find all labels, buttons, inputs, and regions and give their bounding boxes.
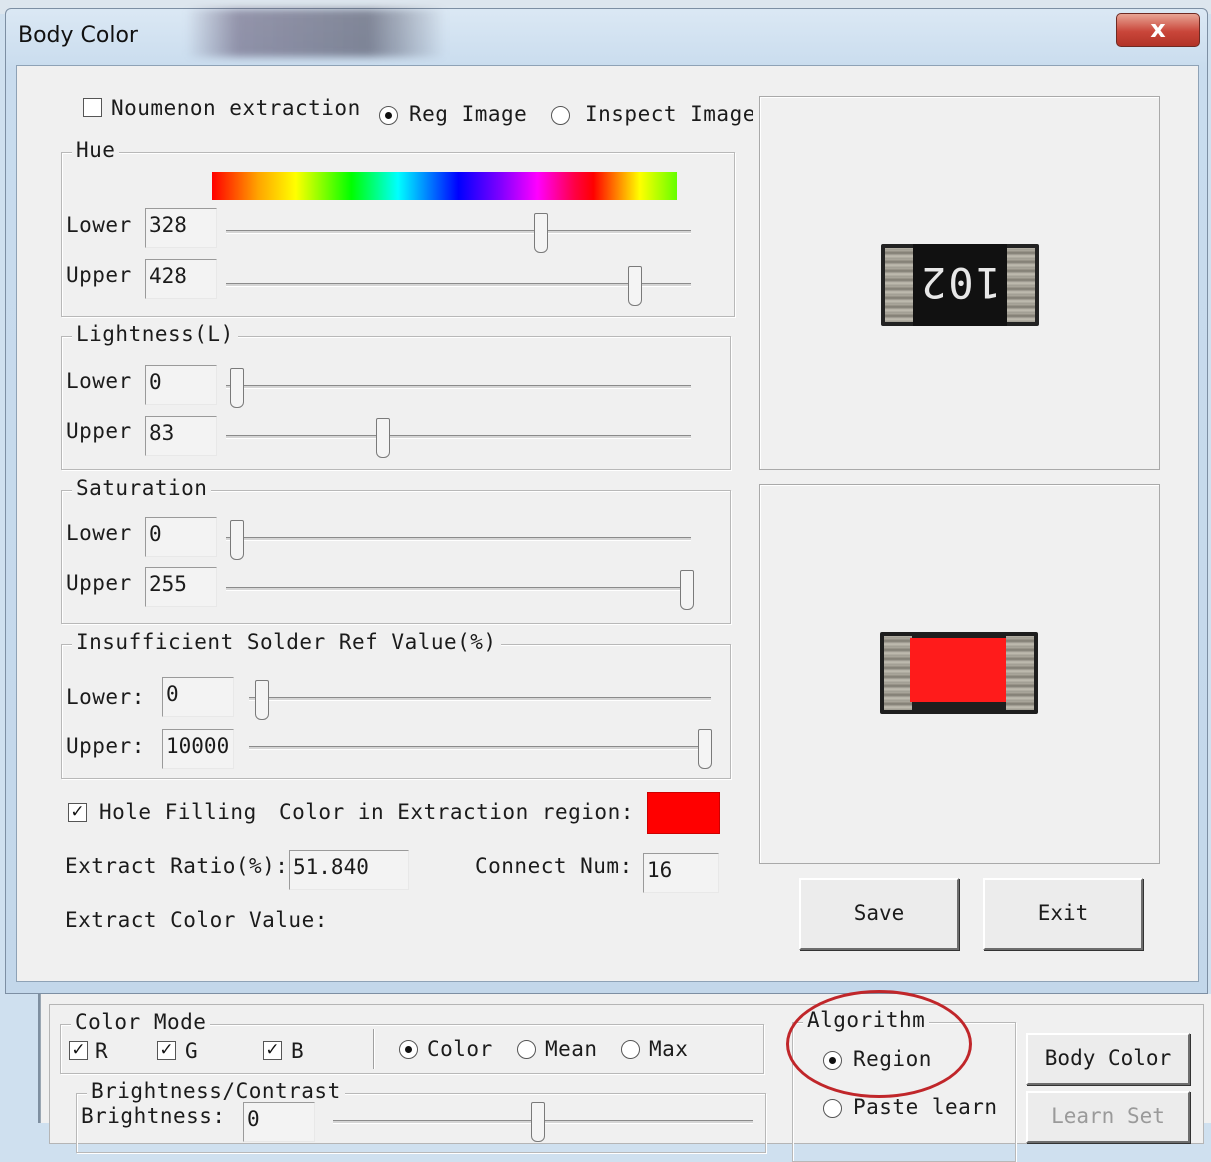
mean-radio[interactable] [517,1040,536,1059]
saturation-upper-slider-thumb[interactable] [680,570,694,610]
paste-learn-label: Paste learn [853,1095,998,1119]
lightness-lower-label: Lower [66,369,132,393]
lightness-upper-slider-track[interactable] [226,435,691,439]
paste-learn-radio[interactable] [823,1099,842,1118]
reg-image-preview: 102 [759,96,1160,470]
brightness-field[interactable]: 0 [243,1102,315,1142]
connect-num-label: Connect Num: [475,854,633,878]
color-mode-group: Color Mode ✓ R ✓ G ✓ B Color Mean Max [60,1010,764,1074]
hue-lower-slider-track[interactable] [226,230,691,234]
r-checkbox[interactable]: ✓ [69,1041,88,1060]
saturation-lower-slider-thumb[interactable] [230,520,244,560]
saturation-lower-slider-track[interactable] [226,537,691,541]
learn-set-button[interactable]: Learn Set [1026,1091,1190,1143]
color-mode-label: Color Mode [71,1010,211,1034]
saturation-upper-label: Upper [66,571,132,595]
color-radio[interactable] [399,1040,418,1059]
connect-num-field[interactable]: 16 [643,853,719,893]
solder-lower-label: Lower: [66,685,145,709]
mean-radio-label: Mean [545,1037,598,1061]
solder-upper-field[interactable]: 10000 [162,729,234,769]
extract-ratio-field[interactable]: 51.840 [289,850,409,890]
hue-lower-slider-thumb[interactable] [534,213,548,253]
save-button[interactable]: Save [799,878,959,950]
solder-upper-label: Upper: [66,734,145,758]
lightness-lower-field[interactable]: 0 [145,365,217,405]
brightness-contrast-group: Brightness/Contrast Brightness: 0 [76,1079,766,1153]
extract-color-value-label: Extract Color Value: [65,908,328,932]
r-label: R [95,1039,109,1063]
saturation-group: Saturation Lower 0 Upper 255 [61,476,731,624]
main-window-lower-area: Color Mode ✓ R ✓ G ✓ B Color Mean Max Br… [40,994,1211,1162]
lightness-group: Lightness(L) Lower 0 Upper 83 [61,322,731,470]
saturation-group-label: Saturation [72,476,212,500]
hue-spectrum-bar [212,172,677,200]
chip-extraction-image [880,632,1038,714]
hue-group-label: Hue [72,138,120,162]
solder-upper-slider-track[interactable] [249,746,711,750]
solder-upper-slider-thumb[interactable] [698,729,712,769]
lightness-upper-slider-thumb[interactable] [376,418,390,458]
solder-lower-field[interactable]: 0 [162,677,234,717]
main-window-side-frame [0,994,40,1123]
solder-lower-slider-thumb[interactable] [255,680,269,720]
hue-group: Hue Lower 328 Upper 428 [61,138,735,317]
b-label: B [291,1039,305,1063]
chip-image: 102 [881,244,1039,326]
g-checkbox[interactable]: ✓ [157,1041,176,1060]
insufficient-solder-group: Insufficient Solder Ref Value(%) Lower: … [61,630,731,779]
saturation-upper-slider-track[interactable] [226,587,691,591]
chip-marking: 102 [919,258,1001,307]
brightness-slider-thumb[interactable] [531,1102,545,1142]
exit-button[interactable]: Exit [983,878,1143,950]
max-radio[interactable] [621,1040,640,1059]
solder-lower-slider-track[interactable] [249,697,711,701]
lower-panel: Color Mode ✓ R ✓ G ✓ B Color Mean Max Br… [49,1004,1204,1162]
inspect-image-label: Inspect Image [585,102,753,126]
saturation-lower-label: Lower [66,521,132,545]
noumenon-checkbox[interactable] [83,98,102,117]
reg-image-label: Reg Image [409,102,528,126]
noumenon-label: Noumenon extraction [111,96,361,120]
saturation-upper-field[interactable]: 255 [145,567,217,607]
red-annotation-circle [786,990,972,1098]
lightness-lower-slider-track[interactable] [226,385,691,389]
chip-terminal-right [1006,636,1034,710]
lightness-group-label: Lightness(L) [72,322,238,346]
saturation-lower-field[interactable]: 0 [145,517,217,557]
lightness-upper-field[interactable]: 83 [145,416,217,456]
close-button[interactable]: x [1116,13,1200,47]
body-color-dialog: Body Color x Noumenon extraction Reg Ima… [5,8,1208,994]
solder-group-label: Insufficient Solder Ref Value(%) [72,630,501,654]
extracted-region-fill [910,638,1006,702]
hue-upper-field[interactable]: 428 [145,259,217,299]
max-radio-label: Max [649,1037,689,1061]
hue-upper-slider-track[interactable] [226,283,691,287]
color-radio-label: Color [427,1037,493,1061]
hue-upper-label: Upper [66,263,132,287]
blurred-taskbar-region [186,9,446,57]
extract-ratio-label: Extract Ratio(%): [65,854,289,878]
hue-upper-slider-thumb[interactable] [628,266,642,306]
lightness-lower-slider-thumb[interactable] [230,368,244,408]
extraction-result-preview [759,484,1160,864]
hole-filling-checkbox[interactable]: ✓ [68,803,87,822]
body-color-button[interactable]: Body Color [1026,1033,1190,1085]
inspect-image-radio[interactable] [551,106,570,125]
chip-terminal-left [884,636,912,710]
hue-lower-field[interactable]: 328 [145,208,217,248]
lightness-upper-label: Upper [66,419,132,443]
color-region-label: Color in Extraction region: [279,800,634,824]
reg-image-radio[interactable] [379,106,398,125]
divider [373,1029,375,1069]
hole-filling-label: Hole Filling [99,800,257,824]
extraction-color-swatch[interactable] [647,792,720,834]
dialog-client-area: Noumenon extraction Reg Image Inspect Im… [16,65,1199,982]
b-checkbox[interactable]: ✓ [263,1041,282,1060]
hue-lower-label: Lower [66,213,132,237]
g-label: G [185,1039,199,1063]
brightness-label: Brightness: [81,1104,226,1128]
brightness-contrast-label: Brightness/Contrast [87,1079,345,1103]
window-title: Body Color [18,23,138,48]
